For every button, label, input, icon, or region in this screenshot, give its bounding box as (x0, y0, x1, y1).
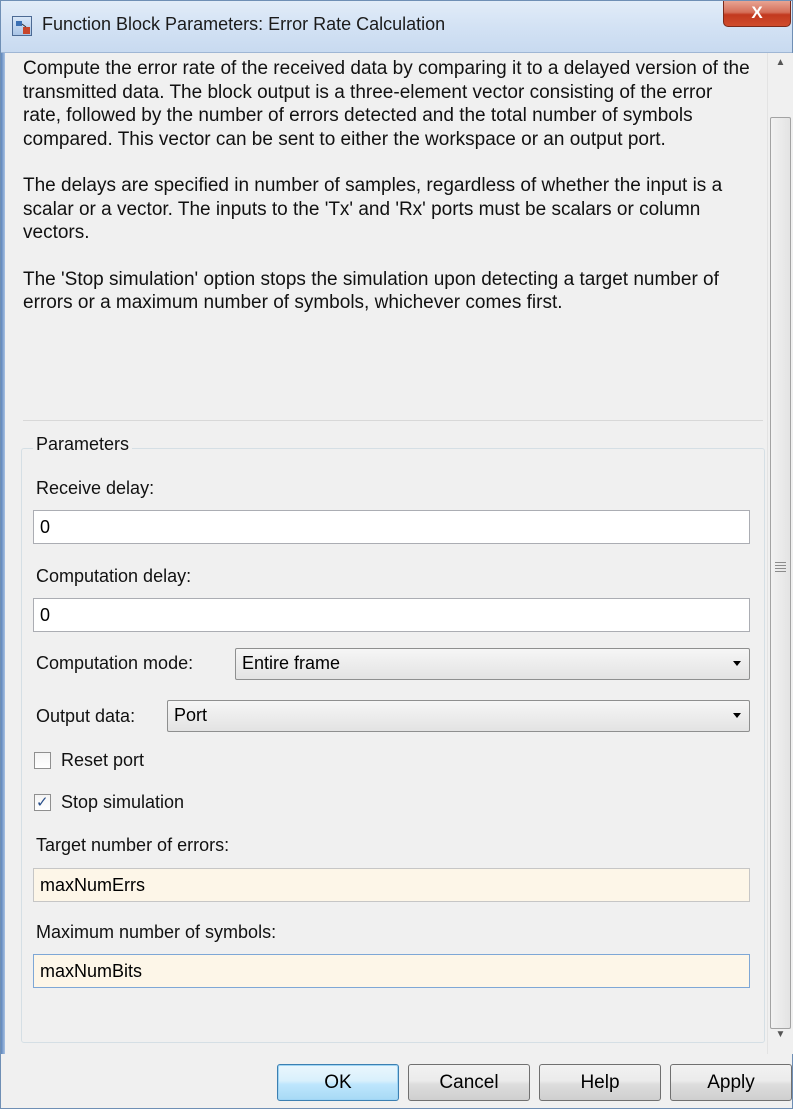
max-symbols-label: Maximum number of symbols: (36, 922, 277, 942)
description-paragraph: The delays are specified in number of sa… (23, 175, 723, 243)
cancel-button[interactable]: Cancel (408, 1064, 530, 1101)
title-bar[interactable]: Function Block Parameters: Error Rate Ca… (1, 1, 792, 53)
target-errors-field[interactable]: maxNumErrs (33, 868, 750, 902)
close-button[interactable]: X (723, 1, 791, 27)
receive-delay-field[interactable]: 0 (33, 510, 750, 544)
output-data-value: Port (174, 705, 208, 725)
computation-mode-value: Entire frame (242, 653, 341, 673)
scrollbar-thumb[interactable] (770, 117, 791, 1029)
parameters-legend: Parameters (33, 434, 133, 455)
reset-port-checkbox[interactable] (34, 752, 51, 769)
scroll-down-icon[interactable]: ▼ (768, 1029, 793, 1053)
chevron-down-icon (733, 661, 741, 666)
description-paragraph: The 'Stop simulation' option stops the s… (23, 268, 719, 314)
apply-button[interactable]: Apply (670, 1064, 792, 1101)
receive-delay-label: Receive delay: (36, 478, 155, 498)
vertical-scrollbar[interactable]: ▲ ▼ (767, 53, 793, 1054)
scroll-up-icon[interactable]: ▲ (768, 57, 793, 81)
checkmark-icon: ✓ (36, 794, 49, 811)
chevron-down-icon (733, 713, 741, 718)
block-description: Compute the error rate of the received d… (23, 53, 763, 421)
max-symbols-field[interactable]: maxNumBits (33, 954, 750, 988)
output-data-dropdown[interactable]: Port (167, 700, 750, 732)
description-paragraph: Compute the error rate of the received d… (23, 58, 750, 150)
stop-simulation-label: Stop simulation (61, 792, 185, 812)
computation-delay-field[interactable]: 0 (33, 598, 750, 632)
window-left-edge (1, 53, 5, 1054)
target-errors-label: Target number of errors: (36, 835, 230, 855)
computation-mode-dropdown[interactable]: Entire frame (235, 648, 750, 680)
reset-port-label: Reset port (61, 750, 145, 770)
simulink-block-icon (12, 16, 32, 36)
computation-delay-label: Computation delay: (36, 566, 192, 586)
dialog-window: Function Block Parameters: Error Rate Ca… (0, 0, 793, 1109)
grip-icon (775, 562, 786, 574)
help-button[interactable]: Help (539, 1064, 661, 1101)
computation-mode-label: Computation mode: (36, 653, 194, 673)
ok-button[interactable]: OK (277, 1064, 399, 1101)
output-data-label: Output data: (36, 706, 136, 726)
stop-simulation-checkbox[interactable]: ✓ (34, 794, 51, 811)
window-title: Function Block Parameters: Error Rate Ca… (42, 14, 446, 34)
